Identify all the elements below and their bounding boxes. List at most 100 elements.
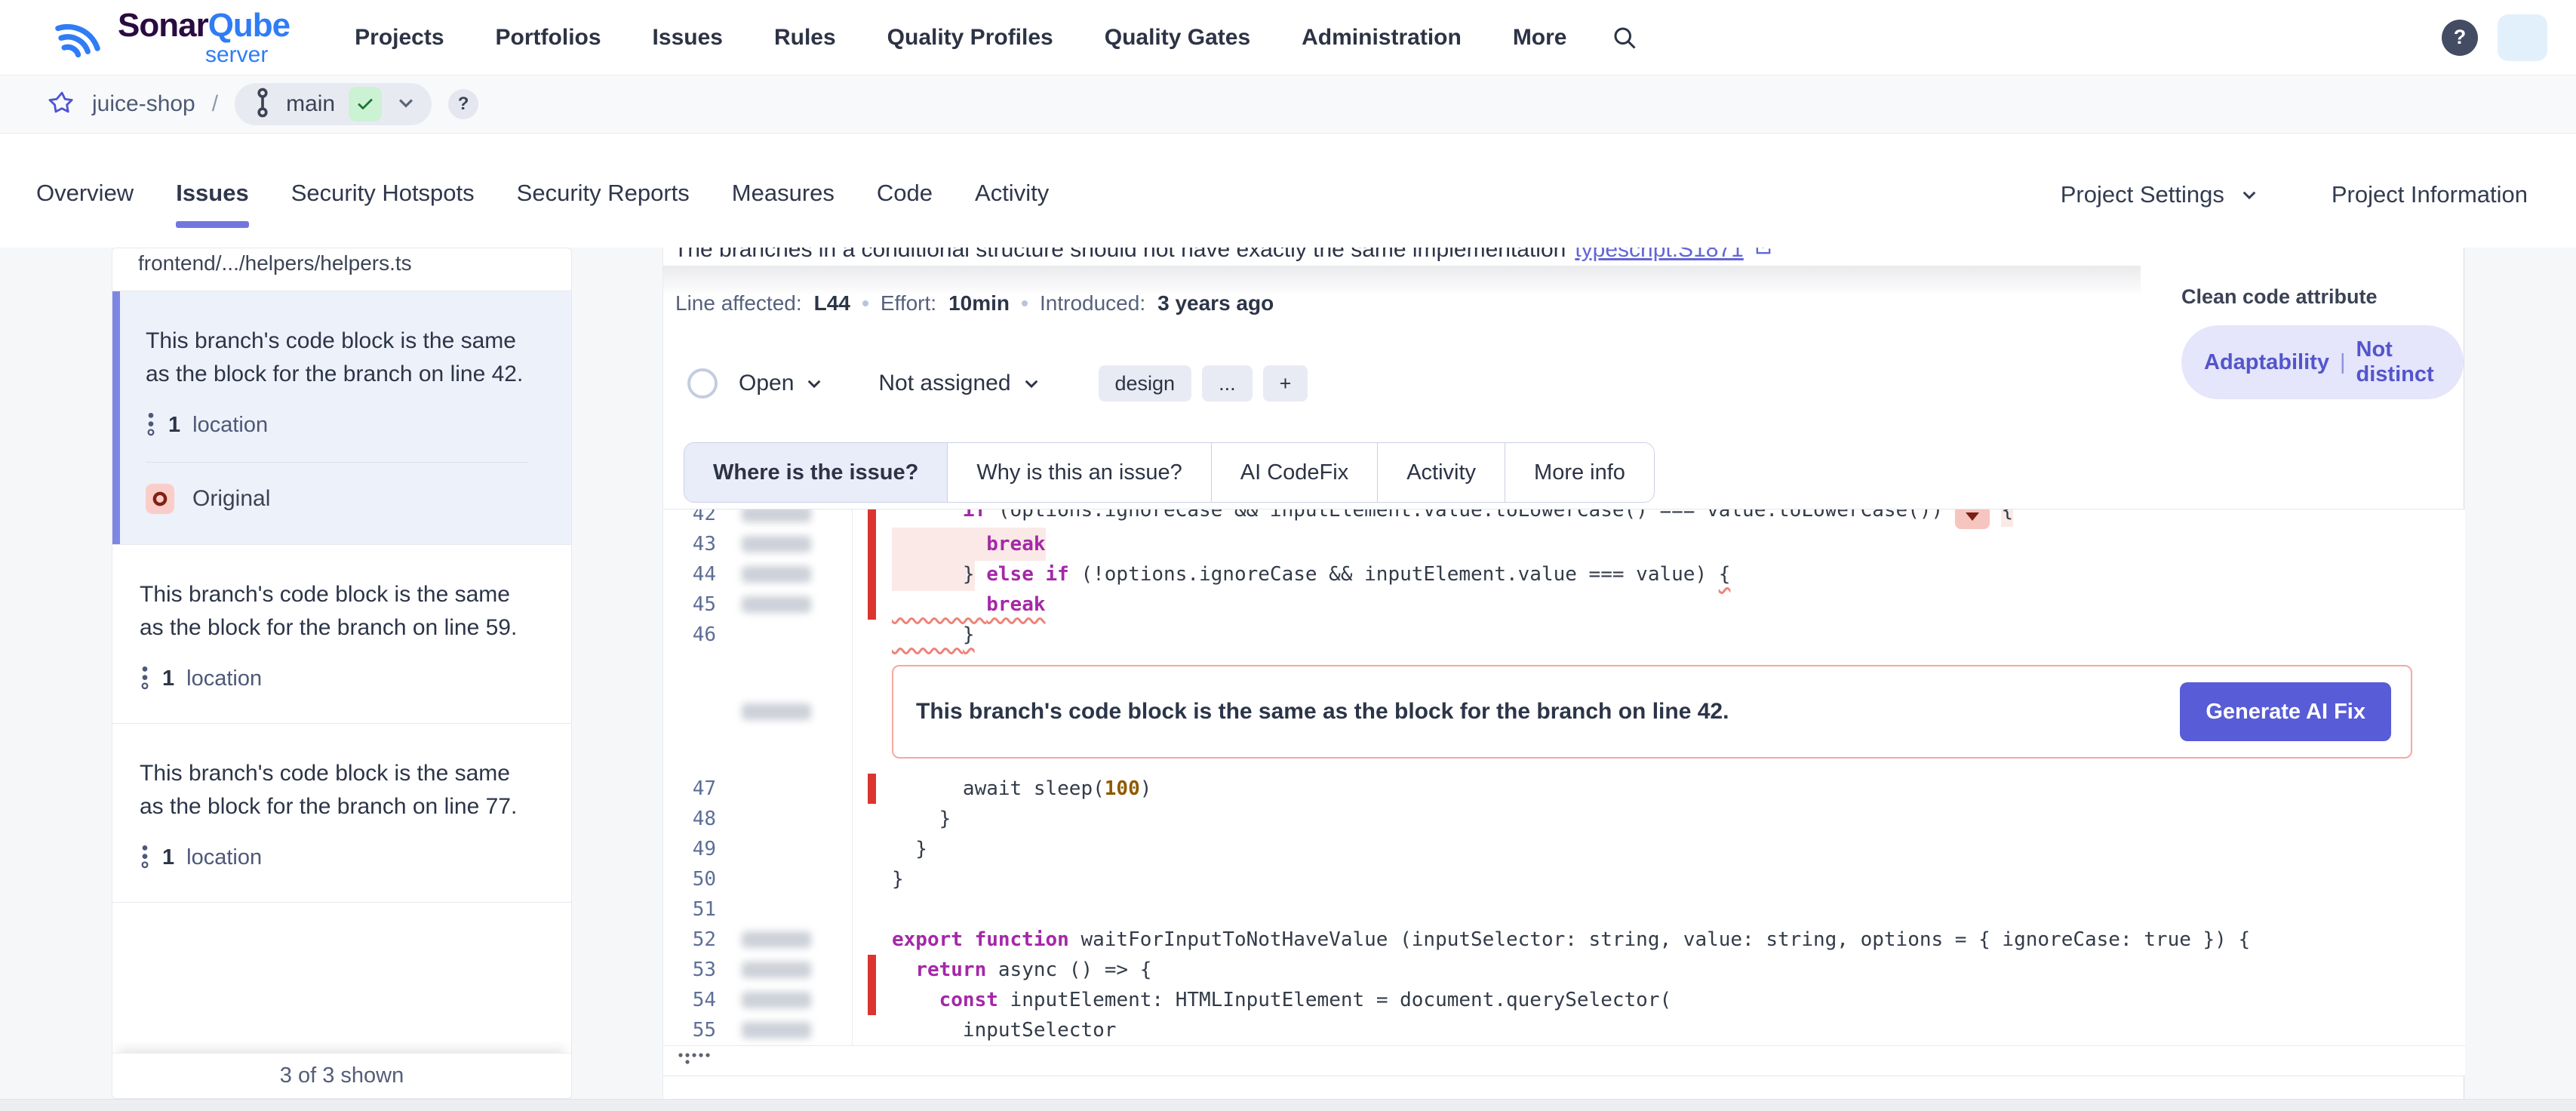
branch-icon bbox=[253, 86, 272, 123]
rule-key-link[interactable]: typescript:S1871 bbox=[1575, 248, 1743, 263]
assignee-dropdown[interactable]: Not assigned bbox=[878, 371, 1041, 396]
issue-card-2[interactable]: This branch's code block is the same as … bbox=[112, 545, 571, 724]
code-line-47: 47 await sleep(100) bbox=[663, 774, 2465, 804]
tab-security-reports[interactable]: Security Reports bbox=[517, 180, 690, 232]
external-link-icon[interactable] bbox=[1753, 248, 1774, 263]
issue-detail-tabs: Where is the issue?Why is this an issue?… bbox=[684, 442, 1655, 503]
detail-tab-where-is-the-issue-[interactable]: Where is the issue? bbox=[684, 443, 947, 502]
branch-selector[interactable]: main bbox=[235, 83, 432, 125]
add-tag-button[interactable]: + bbox=[1263, 365, 1308, 402]
blurred-author bbox=[742, 931, 811, 948]
quality-gate-passed-icon bbox=[349, 87, 382, 122]
code-cell: export function waitForInputToNotHaveVal… bbox=[852, 925, 2465, 955]
line-number: 52 bbox=[663, 928, 716, 951]
project-link[interactable]: juice-shop bbox=[92, 91, 195, 117]
code-line-45: 45 break bbox=[663, 589, 2465, 620]
blurred-author bbox=[742, 962, 811, 978]
content-area: frontend/.../helpers/helpers.ts This bra… bbox=[0, 248, 2576, 1099]
code-cell: } bbox=[852, 804, 2465, 834]
project-tabbar-right: Project Settings Project Information bbox=[2061, 181, 2528, 231]
issue-locations[interactable]: 1location bbox=[140, 843, 544, 872]
tag-more[interactable]: ... bbox=[1202, 365, 1253, 402]
issue-card-3[interactable]: This branch's code block is the same as … bbox=[112, 724, 571, 903]
sonarqube-logo[interactable]: SonarQube server bbox=[48, 6, 290, 69]
nav-item-more[interactable]: More bbox=[1513, 25, 1567, 51]
code-line-44: 44 } else if (!options.ignoreCase && inp… bbox=[663, 559, 2465, 589]
issue-locations[interactable]: 1location bbox=[146, 411, 544, 439]
issue-gutter-bar bbox=[868, 955, 876, 985]
branch-name: main bbox=[286, 91, 335, 117]
nav-item-quality-gates[interactable]: Quality Gates bbox=[1105, 25, 1250, 51]
inline-issue-box: This branch's code block is the same as … bbox=[892, 665, 2412, 759]
original-label: Original bbox=[192, 486, 270, 512]
search-icon[interactable] bbox=[1611, 24, 1638, 51]
detail-tab-ai-codefix[interactable]: AI CodeFix bbox=[1211, 443, 1377, 502]
tab-security-hotspots[interactable]: Security Hotspots bbox=[291, 180, 475, 232]
project-information-link[interactable]: Project Information bbox=[2332, 181, 2528, 208]
issue-card-1[interactable]: This branch's code block is the same as … bbox=[112, 291, 571, 545]
code-cell: inputSelector bbox=[852, 1015, 2465, 1045]
line-number: 49 bbox=[663, 838, 716, 860]
nav-item-issues[interactable]: Issues bbox=[653, 25, 723, 51]
tab-code[interactable]: Code bbox=[877, 180, 933, 232]
clean-code-label: Clean code attribute bbox=[2181, 285, 2464, 309]
scm-author bbox=[716, 509, 852, 522]
code-line-49: 49 } bbox=[663, 834, 2465, 864]
code-cell: await sleep(100) bbox=[852, 774, 2465, 804]
code-cell: } else if (!options.ignoreCase && inputE… bbox=[852, 559, 2465, 589]
page-bottom-strip bbox=[0, 1099, 2576, 1111]
issue-locations[interactable]: 1location bbox=[140, 664, 544, 693]
nav-item-portfolios[interactable]: Portfolios bbox=[496, 25, 601, 51]
tab-measures[interactable]: Measures bbox=[732, 180, 835, 232]
generate-ai-fix-button[interactable]: Generate AI Fix bbox=[2180, 682, 2391, 741]
nav-item-rules[interactable]: Rules bbox=[774, 25, 836, 51]
nav-item-projects[interactable]: Projects bbox=[355, 25, 444, 51]
status-dropdown[interactable]: Open bbox=[739, 371, 824, 396]
code-line-46: 46 } bbox=[663, 620, 2465, 650]
tag-design[interactable]: design bbox=[1099, 365, 1192, 402]
line-number: 45 bbox=[663, 593, 716, 616]
blurred-author bbox=[742, 566, 811, 583]
original-marker-icon bbox=[146, 484, 174, 514]
branch-help-icon[interactable]: ? bbox=[448, 89, 478, 119]
issue-gutter-bar bbox=[868, 529, 876, 559]
user-avatar[interactable] bbox=[2498, 14, 2547, 61]
issue-location-flag-icon[interactable] bbox=[1955, 509, 1990, 529]
scm-author bbox=[716, 992, 852, 1008]
code-line-50: 50} bbox=[663, 864, 2465, 894]
blurred-author bbox=[742, 992, 811, 1008]
clean-code-pill[interactable]: Adaptability | Not distinct bbox=[2181, 325, 2464, 399]
nav-item-quality-profiles[interactable]: Quality Profiles bbox=[887, 25, 1053, 51]
issue-message: This branch's code block is the same as … bbox=[140, 757, 539, 823]
nav-item-administration[interactable]: Administration bbox=[1302, 25, 1462, 51]
detail-tab-why-is-this-an-issue-[interactable]: Why is this an issue? bbox=[947, 443, 1210, 502]
favorite-star-icon[interactable] bbox=[48, 89, 75, 120]
tab-issues[interactable]: Issues bbox=[176, 180, 249, 232]
expand-code-icon[interactable] bbox=[677, 1051, 716, 1071]
code-line-51: 51 bbox=[663, 894, 2465, 925]
project-tab-bar: Overview Issues Security Hotspots Security … bbox=[0, 134, 2576, 248]
inline-issue-message: This branch's code block is the same as … bbox=[916, 699, 1729, 725]
code-expand-row bbox=[663, 1045, 2465, 1076]
project-tabs: Overview Issues Security Hotspots Security … bbox=[36, 180, 1049, 232]
code-cell: break bbox=[852, 589, 2465, 620]
file-path[interactable]: frontend/.../helpers/helpers.ts bbox=[112, 248, 571, 291]
card-divider bbox=[146, 462, 529, 463]
chevron-down-icon bbox=[804, 374, 824, 393]
code-line-42: 42 if (options.ignoreCase && inputElemen… bbox=[663, 509, 2465, 529]
scm-author bbox=[716, 1022, 852, 1039]
code-cell: return async () => { bbox=[852, 955, 2465, 985]
issue-gutter-bar bbox=[868, 985, 876, 1015]
detail-tab-activity[interactable]: Activity bbox=[1377, 443, 1505, 502]
line-number: 43 bbox=[663, 533, 716, 556]
tab-overview[interactable]: Overview bbox=[36, 180, 134, 232]
help-button[interactable]: ? bbox=[2442, 20, 2478, 56]
locations-dots-icon bbox=[140, 843, 150, 872]
project-settings-menu[interactable]: Project Settings bbox=[2061, 181, 2259, 208]
line-number: 48 bbox=[663, 808, 716, 830]
top-nav: SonarQube server Projects Portfolios Issue… bbox=[0, 0, 2576, 75]
detail-tab-more-info[interactable]: More info bbox=[1505, 443, 1654, 502]
line-number: 50 bbox=[663, 868, 716, 891]
issue-gutter-bar bbox=[868, 509, 876, 529]
tab-activity[interactable]: Activity bbox=[975, 180, 1049, 232]
